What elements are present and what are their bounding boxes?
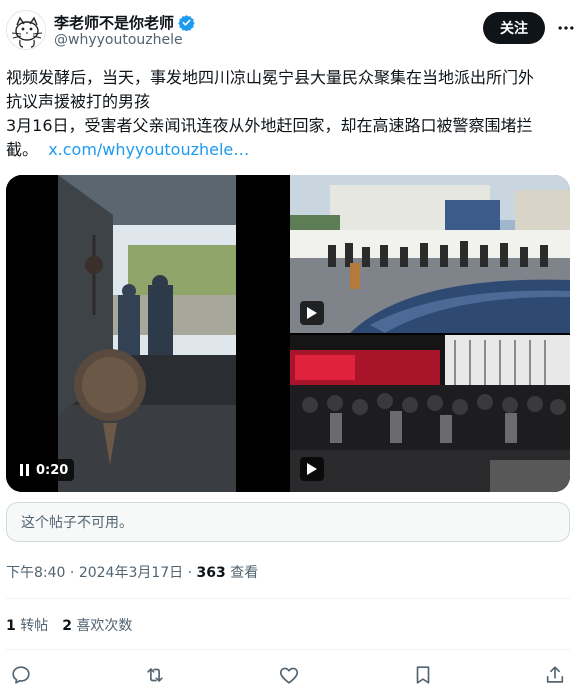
media-grid: 0:20 [6,175,570,492]
avatar[interactable] [6,10,46,50]
likes-stat[interactable]: 2 喜欢次数 [62,615,132,635]
video-thumbnail-image [58,175,236,492]
likes-count: 2 [62,618,72,634]
post-text-line: 视频发酵后，当天，事发地四川凉山冕宁县大量民众聚集在当地派出所门外 [6,68,535,87]
play-icon [307,463,317,475]
video-thumbnail-image [290,335,570,492]
reposts-count: 1 [6,618,16,634]
video-thumbnail-image [290,175,570,333]
video-main-thumbnail [58,175,236,492]
reply-button[interactable] [8,662,34,688]
post-date[interactable]: 2024年3月17日 [79,565,183,581]
bookmark-button[interactable] [410,662,436,688]
bookmark-icon [416,666,430,684]
meta-separator: · [65,565,79,581]
share-icon [546,666,564,683]
reposts-label: 转帖 [20,618,49,634]
video-top-right[interactable] [290,175,570,333]
author-handle[interactable]: @whyyoutouzhele [54,32,183,48]
reposts-stat[interactable]: 1 转帖 [6,615,48,635]
post-meta: 下午8:40 · 2024年3月17日 · 363 查看 [6,562,258,582]
likes-label: 喜欢次数 [76,618,133,634]
quoted-post-unavailable: 这个帖子不可用。 [6,502,570,542]
video-bottom-right[interactable] [290,335,570,492]
video-timestamp: 0:20 [36,462,69,478]
repost-icon [147,668,163,682]
pause-icon [20,464,29,476]
heart-icon [279,667,299,684]
video-play-badge[interactable] [300,457,324,481]
share-button[interactable] [542,662,568,688]
video-main[interactable]: 0:20 [6,175,288,492]
views-label: 查看 [225,565,259,581]
more-options-button[interactable] [554,16,578,40]
cat-sketch-icon [7,11,45,49]
post-time[interactable]: 下午8:40 [6,565,65,581]
divider [6,649,570,650]
post-link[interactable]: x.com/whyyoutouzhele… [48,140,249,159]
verified-badge-icon [178,15,195,31]
views-count: 363 [196,565,226,581]
post-text-line: 抗议声援被打的男孩 [6,92,151,111]
more-horizontal-icon [558,26,574,30]
video-pause-badge[interactable]: 0:20 [14,459,75,481]
meta-separator: · [183,565,197,581]
like-button[interactable] [276,662,302,688]
play-icon [307,307,317,319]
action-bar [6,662,570,688]
post-text-last-line: 截。 x.com/whyyoutouzhele… [6,138,572,162]
post-text-line: 截。 [6,140,39,159]
follow-button[interactable]: 关注 [483,12,545,44]
divider [6,598,570,599]
post-header: 李老师不是你老师 @whyyoutouzhele 关注 [6,10,580,50]
post-text: 视频发酵后，当天，事发地四川凉山冕宁县大量民众聚集在当地派出所门外 抗议声援被打… [6,66,572,162]
author-name-row[interactable]: 李老师不是你老师 [54,12,195,33]
post-text-line: 3月16日，受害者父亲闻讯连夜从外地赶回家，却在高速路口被警察围堵拦 [6,116,533,135]
reply-icon [12,666,30,684]
video-play-badge[interactable] [300,301,324,325]
author-display-name[interactable]: 李老师不是你老师 [54,12,174,33]
repost-button[interactable] [142,662,168,688]
engagement-stats: 1 转帖 2 喜欢次数 [6,615,132,635]
